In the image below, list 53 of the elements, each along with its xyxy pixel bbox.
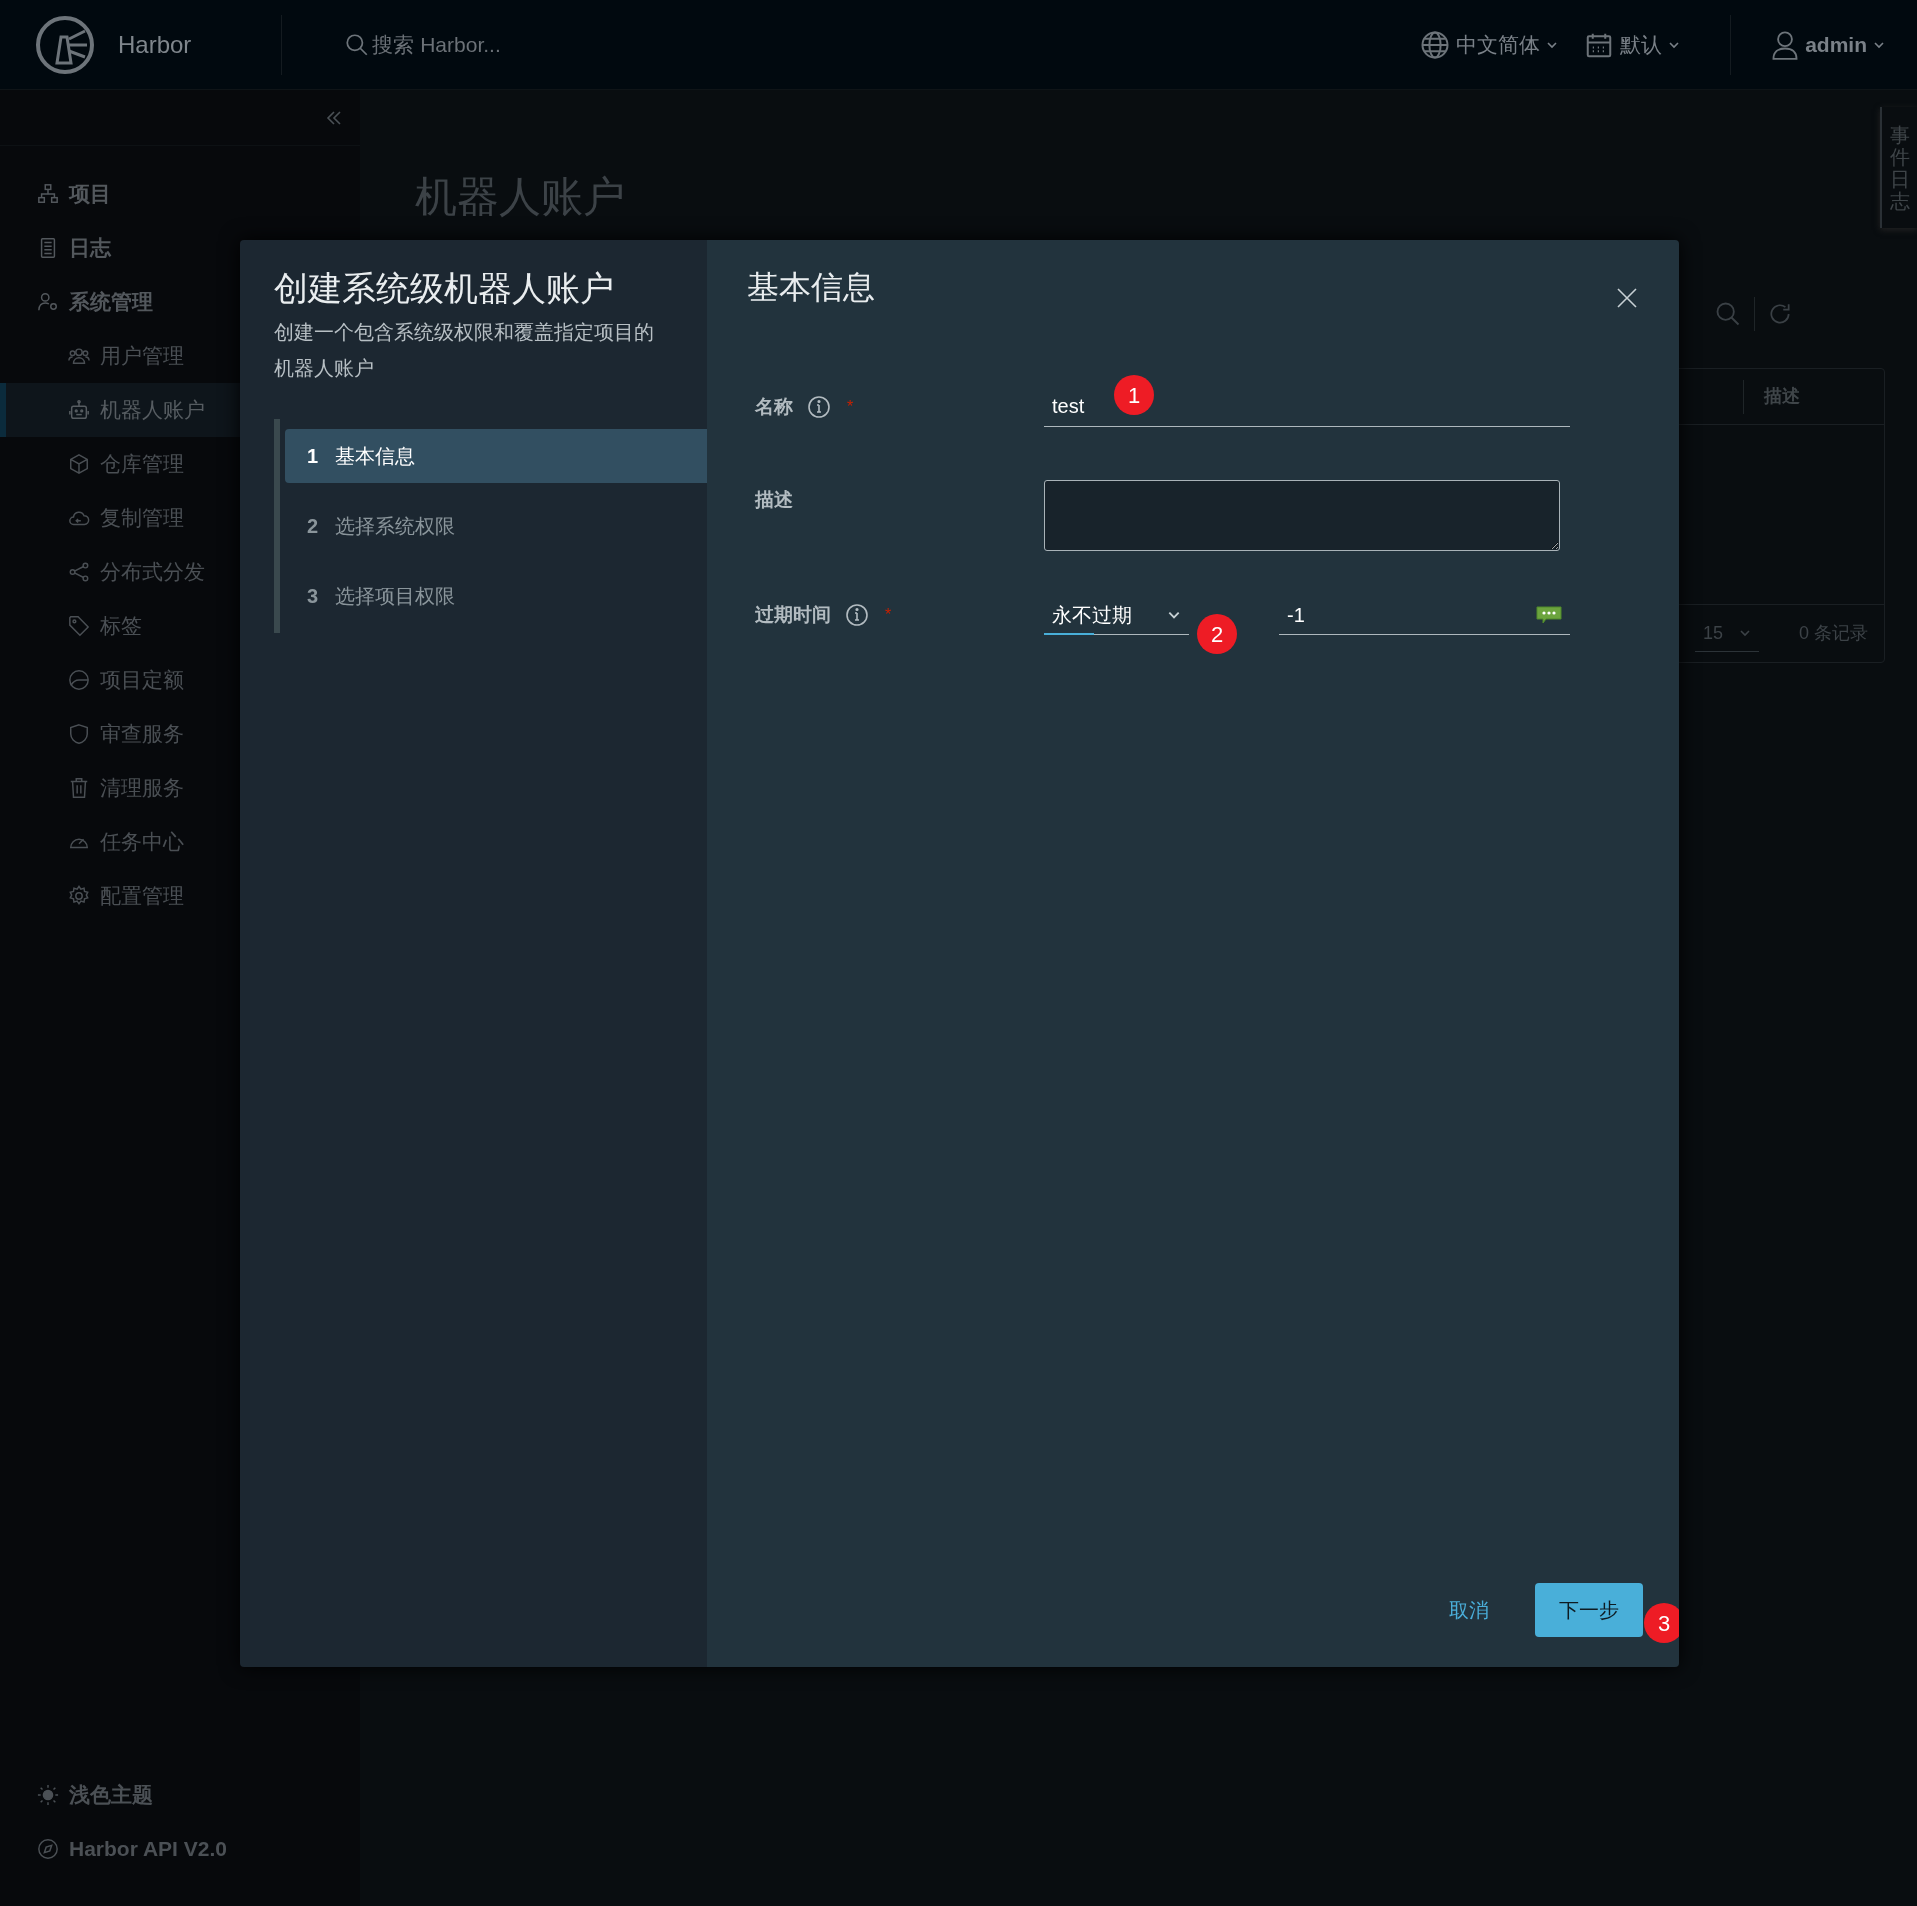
compass-icon — [37, 1838, 59, 1860]
wizard-step[interactable]: 2 选择系统权限 — [285, 499, 707, 553]
expiry-days-input[interactable]: -1 — [1279, 595, 1570, 635]
shield-icon — [68, 723, 90, 745]
sidebar-item[interactable]: 项目定额 — [0, 653, 360, 707]
sidebar-item[interactable]: 项目 — [0, 167, 360, 221]
required-mark: * — [885, 605, 892, 625]
required-mark: * — [847, 397, 854, 417]
step-badge: 3 — [1644, 1603, 1679, 1643]
theme-toggle[interactable]: 浅色主题 — [0, 1768, 360, 1822]
api-link[interactable]: Harbor API V2.0 — [0, 1822, 360, 1876]
expiry-select[interactable]: 永不过期 — [1044, 595, 1189, 635]
wizard-step[interactable]: 1 基本信息 — [285, 429, 707, 483]
search-field[interactable]: 搜索 Harbor... — [372, 28, 673, 61]
language-menu[interactable]: 中文简体 — [1420, 28, 1559, 61]
hierarchy-icon — [37, 183, 59, 205]
sidebar-item[interactable]: 审查服务 — [0, 707, 360, 761]
event-log-tab[interactable]: 事件日志 — [1880, 107, 1917, 228]
user-icon — [1771, 29, 1800, 60]
field-label: 描述 — [755, 487, 793, 512]
info-icon[interactable] — [845, 603, 869, 627]
globe-icon — [1420, 29, 1451, 60]
description-textarea[interactable] — [1044, 480, 1560, 551]
brand-name: Harbor — [118, 29, 192, 60]
sidebar-item[interactable]: 清理服务 — [0, 761, 360, 815]
field-label: 名称 — [755, 394, 793, 419]
section-title: 基本信息 — [747, 268, 875, 307]
caret-icon — [1739, 627, 1751, 639]
users-icon — [68, 345, 90, 367]
column-header: 描述 — [1763, 385, 1801, 408]
field-label: 过期时间 — [755, 602, 831, 627]
gear-icon — [68, 885, 90, 907]
info-icon[interactable] — [807, 395, 831, 419]
sidebar-item[interactable]: 任务中心 — [0, 815, 360, 869]
tag-icon — [68, 615, 90, 637]
share-icon — [68, 561, 90, 583]
sidebar-item[interactable]: 配置管理 — [0, 869, 360, 923]
close-icon[interactable] — [1615, 286, 1639, 310]
sun-icon — [37, 1784, 59, 1806]
wizard-step[interactable]: 3 选择项目权限 — [285, 569, 707, 623]
robot-icon — [68, 399, 90, 421]
step-badge: 2 — [1197, 614, 1237, 654]
next-button[interactable]: 下一步 — [1535, 1583, 1643, 1637]
dialog-subtitle: 创建一个包含系统级权限和覆盖指定项目的机器人账户 — [274, 320, 655, 381]
password-manager-icon — [1536, 605, 1562, 624]
dialog-title: 创建系统级机器人账户 — [274, 268, 615, 309]
date-format-menu[interactable]: 默认 — [1584, 28, 1681, 61]
trash-icon — [68, 777, 90, 799]
cancel-button[interactable]: 取消 — [1447, 1583, 1491, 1637]
cube-icon — [68, 453, 90, 475]
step-badge: 1 — [1114, 375, 1154, 415]
pie-chart-icon — [68, 669, 90, 691]
user-menu[interactable]: admin — [1771, 28, 1885, 61]
